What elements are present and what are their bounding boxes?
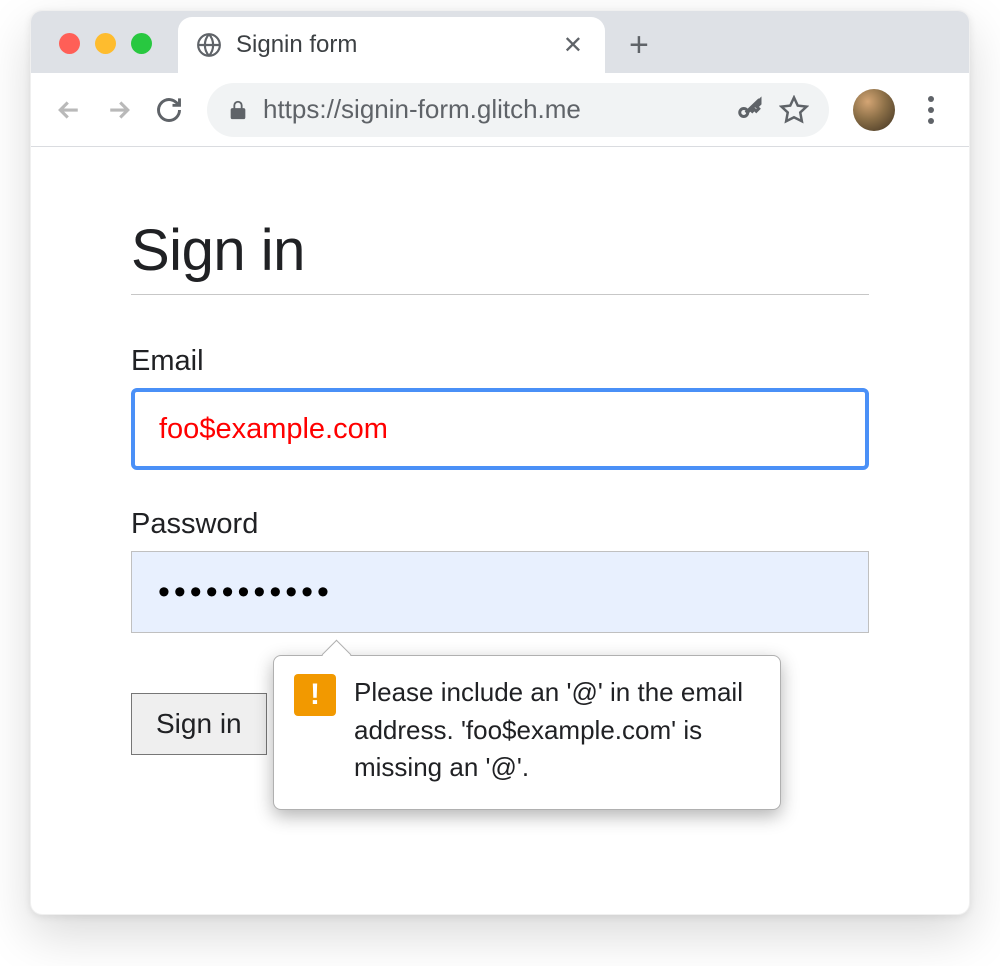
new-tab-button[interactable]: + [605, 26, 673, 73]
browser-tab[interactable]: Signin form ✕ [178, 17, 605, 73]
address-bar[interactable]: https://signin-form.glitch.me [207, 83, 829, 137]
tab-strip: Signin form ✕ + [31, 11, 969, 73]
validation-tooltip: ! Please include an '@' in the email add… [273, 655, 781, 810]
window-controls [59, 33, 152, 54]
page-title: Sign in [131, 217, 869, 295]
star-icon[interactable] [779, 95, 809, 125]
lock-icon [227, 99, 249, 121]
forward-button[interactable] [99, 90, 139, 130]
profile-avatar[interactable] [853, 89, 895, 131]
key-icon[interactable] [735, 95, 765, 125]
warning-icon: ! [294, 674, 336, 716]
password-field-group: Password [131, 508, 869, 633]
email-label: Email [131, 345, 869, 378]
email-field-group: Email [131, 345, 869, 470]
close-window-button[interactable] [59, 33, 80, 54]
page-content: Sign in Email Password Sign in ! Please … [31, 147, 969, 795]
signin-button[interactable]: Sign in [131, 693, 267, 755]
globe-icon [196, 32, 222, 58]
maximize-window-button[interactable] [131, 33, 152, 54]
browser-toolbar: https://signin-form.glitch.me [31, 73, 969, 147]
browser-window: Signin form ✕ + https://signin-form.glit… [30, 10, 970, 915]
reload-button[interactable] [149, 90, 189, 130]
email-input[interactable] [131, 388, 869, 470]
tab-title: Signin form [236, 31, 557, 59]
validation-message: Please include an '@' in the email addre… [354, 674, 760, 787]
password-label: Password [131, 508, 869, 541]
back-button[interactable] [49, 90, 89, 130]
minimize-window-button[interactable] [95, 33, 116, 54]
close-tab-button[interactable]: ✕ [557, 29, 589, 62]
browser-menu-button[interactable] [911, 90, 951, 130]
password-input[interactable] [131, 551, 869, 633]
url-text: https://signin-form.glitch.me [263, 94, 721, 125]
